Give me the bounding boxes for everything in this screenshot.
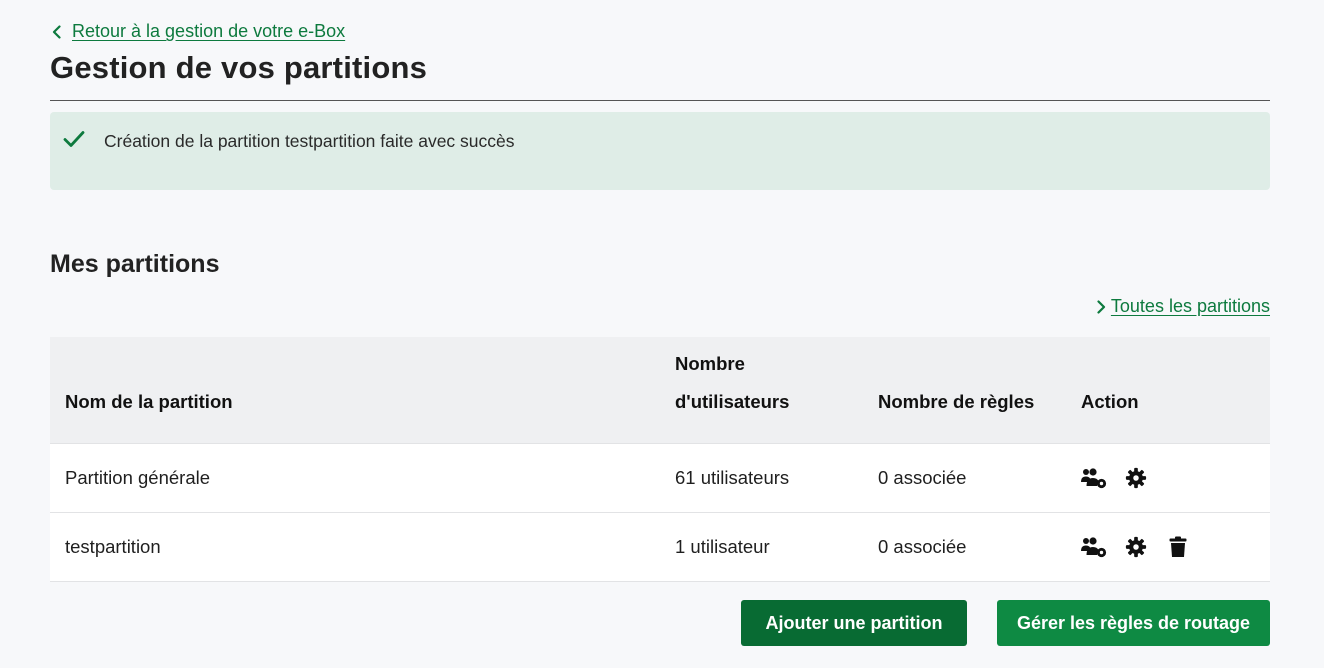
partition-name: Partition générale (65, 466, 211, 488)
chevron-left-icon (52, 24, 61, 39)
title-divider (50, 100, 1270, 101)
gear-icon[interactable] (1123, 466, 1149, 490)
success-message: Création de la partition testpartition f… (104, 131, 515, 151)
header-users: Nombre d'utilisateurs (660, 337, 863, 443)
header-users-line1: Nombre (675, 352, 745, 374)
gear-icon[interactable] (1123, 535, 1149, 559)
partition-users: 61 utilisateurs (675, 466, 790, 488)
back-link-label: Retour à la gestion de votre e-Box (72, 21, 346, 41)
table-header-row: Nom de la partition Nombre d'utilisateur… (50, 337, 1270, 443)
manage-users-icon[interactable] (1081, 466, 1107, 490)
partition-rules: 0 associée (878, 535, 967, 557)
back-to-ebox-link[interactable]: Retour à la gestion de votre e-Box (50, 21, 345, 42)
page: Retour à la gestion de votre e-Box Gesti… (0, 0, 1324, 668)
add-partition-button[interactable]: Ajouter une partition (741, 600, 967, 646)
manage-users-icon[interactable] (1081, 535, 1107, 559)
check-icon (63, 131, 85, 147)
table-row: testpartition 1 utilisateur 0 associée (50, 512, 1270, 581)
header-users-line2: d'utilisateurs (675, 390, 790, 412)
page-title: Gestion de vos partitions (50, 50, 428, 85)
chevron-right-icon (1097, 299, 1106, 314)
success-alert: Création de la partition testpartition f… (50, 112, 1270, 190)
partition-name: testpartition (65, 535, 161, 557)
all-partitions-label: Toutes les partitions (1110, 296, 1270, 316)
row-actions (1066, 512, 1270, 581)
partition-rules: 0 associée (878, 466, 967, 488)
header-action: Action (1081, 390, 1139, 412)
manage-routing-rules-button[interactable]: Gérer les règles de routage (997, 600, 1270, 646)
all-partitions-link[interactable]: Toutes les partitions (1094, 296, 1270, 317)
header-name: Nom de la partition (65, 390, 233, 412)
partitions-table: Nom de la partition Nombre d'utilisateur… (50, 337, 1270, 582)
table-row: Partition générale 61 utilisateurs 0 ass… (50, 443, 1270, 512)
section-title: Mes partitions (50, 250, 220, 278)
header-rules: Nombre de règles (878, 390, 1035, 412)
trash-icon[interactable] (1165, 535, 1191, 559)
row-actions (1066, 443, 1270, 512)
partition-users: 1 utilisateur (675, 535, 770, 557)
